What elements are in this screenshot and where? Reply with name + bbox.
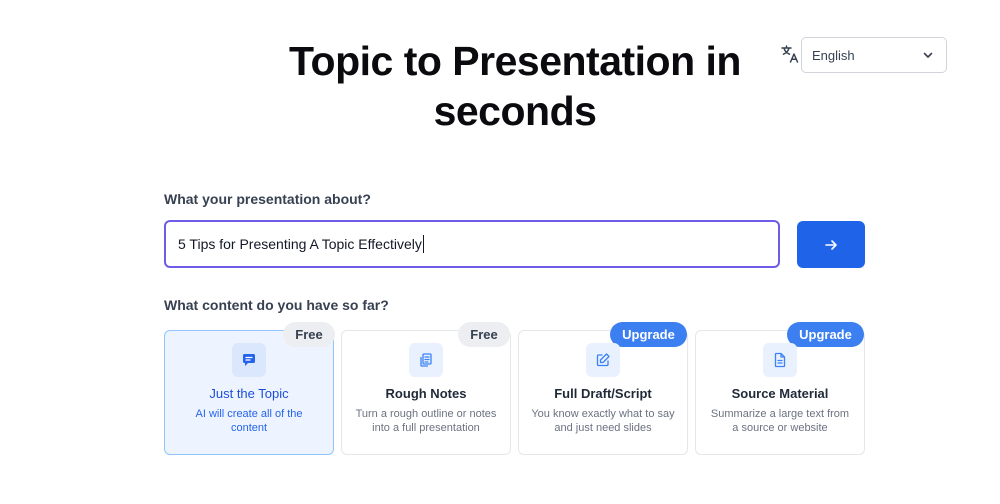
- option-description: Summarize a large text from a source or …: [710, 408, 850, 434]
- free-badge: Free: [283, 322, 335, 347]
- option-title: Source Material: [731, 386, 829, 401]
- chevron-down-icon: [923, 52, 933, 58]
- document-icon: [763, 343, 797, 377]
- option-card-rough-notes[interactable]: Free Rough Notes Turn a rough outline or…: [341, 322, 511, 455]
- edit-icon: [586, 343, 620, 377]
- option-card-just-the-topic[interactable]: Free Just the Topic AI will create all o…: [164, 322, 335, 455]
- topic-input-value: 5 Tips for Presenting A Topic Effectivel…: [178, 236, 422, 252]
- option-card-source-material[interactable]: Upgrade Source Material Summarize a larg…: [695, 322, 865, 455]
- page-title: Topic to Presentation in seconds: [289, 38, 741, 134]
- topic-question-label: What your presentation about?: [164, 191, 371, 207]
- option-description: You know exactly what to say and just ne…: [531, 408, 675, 434]
- option-card-full-draft[interactable]: Upgrade Full Draft/Script You know exact…: [518, 322, 688, 455]
- option-title: Rough Notes: [385, 386, 467, 401]
- option-description: AI will create all of the content: [195, 408, 303, 434]
- language-select-value: English: [812, 47, 855, 63]
- free-badge: Free: [458, 322, 510, 347]
- chat-bubble-icon: [232, 343, 266, 377]
- translate-icon: [781, 45, 799, 63]
- content-question-label: What content do you have so far?: [164, 297, 389, 313]
- upgrade-badge: Upgrade: [610, 322, 687, 347]
- option-title: Just the Topic: [209, 386, 289, 401]
- language-select[interactable]: English: [801, 37, 947, 73]
- option-title: Full Draft/Script: [554, 386, 652, 401]
- upgrade-badge: Upgrade: [787, 322, 864, 347]
- arrow-right-icon: [825, 239, 837, 250]
- option-description: Turn a rough outline or notes into a ful…: [355, 408, 497, 434]
- submit-button[interactable]: [797, 221, 865, 268]
- topic-input[interactable]: 5 Tips for Presenting A Topic Effectivel…: [164, 220, 780, 268]
- notes-icon: [409, 343, 443, 377]
- text-caret: [422, 235, 424, 253]
